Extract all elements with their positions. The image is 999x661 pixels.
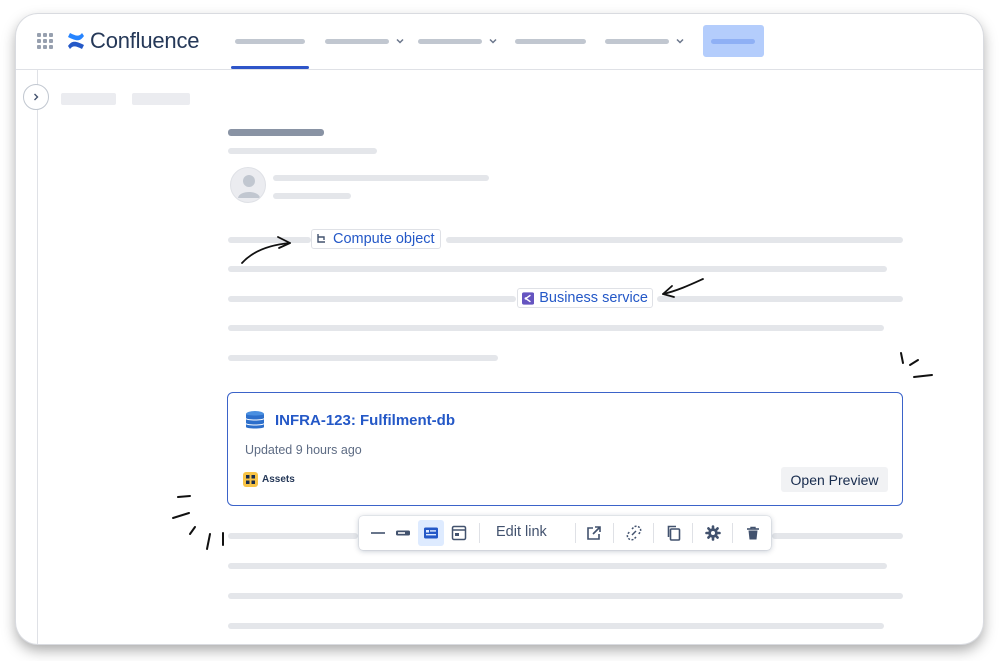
text-line xyxy=(228,563,887,569)
card-title-link[interactable]: INFRA-123: Fulfilment-db xyxy=(275,412,455,429)
text-line xyxy=(228,533,358,539)
text-line xyxy=(228,355,498,361)
nav-item-3[interactable] xyxy=(418,36,498,46)
inline-link-compute-object[interactable]: Compute object xyxy=(311,229,441,249)
toolbar-divider xyxy=(575,523,576,543)
confluence-logo-icon xyxy=(68,33,84,49)
unlink-button[interactable] xyxy=(621,520,647,546)
open-link-button[interactable] xyxy=(581,520,607,546)
sidebar-divider xyxy=(37,70,38,644)
nav-item-2[interactable] xyxy=(325,36,405,46)
sparkle-decoration-icon xyxy=(900,352,933,378)
toolbar-divider xyxy=(653,523,654,543)
settings-button[interactable] xyxy=(700,520,726,546)
url-view-button[interactable] xyxy=(390,520,416,546)
business-service-icon xyxy=(522,291,535,305)
chevron-right-icon xyxy=(34,93,39,101)
nav-label-placeholder xyxy=(325,38,389,44)
chevron-down-icon xyxy=(489,38,497,44)
nav-label-placeholder xyxy=(515,38,586,44)
inline-link-business-service[interactable]: Business service xyxy=(517,288,653,308)
create-label-placeholder xyxy=(711,39,755,44)
database-icon xyxy=(246,411,264,429)
edit-link-button[interactable]: Edit link xyxy=(496,524,547,540)
delete-icon xyxy=(747,526,759,540)
nav-item-1[interactable] xyxy=(235,36,305,46)
settings-icon xyxy=(705,525,721,541)
nav-item-4[interactable] xyxy=(515,36,586,46)
open-preview-button[interactable]: Open Preview xyxy=(781,467,888,492)
text-line xyxy=(228,266,887,272)
annotation-arrow-icon xyxy=(241,236,291,264)
card-view-button[interactable] xyxy=(418,520,444,546)
annotation-arrow-icon xyxy=(662,278,704,298)
text-line xyxy=(446,237,903,243)
card-source-label: Assets xyxy=(262,474,295,485)
open-link-icon xyxy=(587,526,601,540)
compute-object-icon xyxy=(317,234,325,243)
chevron-down-icon xyxy=(676,38,684,44)
nav-label-placeholder xyxy=(605,38,669,44)
card-updated-text: Updated 9 hours ago xyxy=(245,443,362,457)
link-toolbar: Edit link xyxy=(359,516,771,550)
delete-button[interactable] xyxy=(740,520,766,546)
inline-view-icon xyxy=(371,532,385,534)
text-line xyxy=(772,533,903,539)
nav-label-placeholder xyxy=(235,38,305,44)
url-view-icon xyxy=(396,530,410,536)
page-title-placeholder xyxy=(228,129,324,136)
breadcrumb-item[interactable] xyxy=(61,93,116,105)
embed-view-button[interactable] xyxy=(446,520,472,546)
inline-link-label: Compute object xyxy=(333,231,435,247)
inline-view-button[interactable] xyxy=(365,520,391,546)
active-nav-indicator xyxy=(231,66,309,69)
breadcrumb-item[interactable] xyxy=(132,93,190,105)
text-line xyxy=(228,296,516,302)
inline-link-label: Business service xyxy=(539,290,648,306)
smart-link-card[interactable]: INFRA-123: Fulfilment-db Updated 9 hours… xyxy=(227,392,903,506)
copy-icon xyxy=(667,525,681,541)
embed-view-icon xyxy=(451,525,467,541)
text-line xyxy=(228,325,884,331)
text-line xyxy=(228,623,884,629)
app-switcher-icon[interactable] xyxy=(37,33,53,49)
nav-item-5[interactable] xyxy=(605,36,685,46)
toolbar-divider xyxy=(479,523,480,543)
toolbar-divider xyxy=(732,523,733,543)
copy-link-button[interactable] xyxy=(661,520,687,546)
toolbar-divider xyxy=(692,523,693,543)
confluence-logo[interactable]: Confluence xyxy=(66,28,200,54)
top-navigation: Confluence xyxy=(16,14,983,70)
toolbar-divider xyxy=(613,523,614,543)
subtitle-placeholder xyxy=(228,148,377,154)
chevron-down-icon xyxy=(396,38,404,44)
assets-icon xyxy=(243,472,258,487)
sparkle-decoration-icon xyxy=(172,495,224,550)
author-placeholder xyxy=(273,175,489,181)
text-line xyxy=(228,593,903,599)
avatar xyxy=(230,167,266,203)
confluence-window: Confluence Compute object Business servi… xyxy=(16,14,983,644)
unlink-icon xyxy=(626,525,642,541)
user-icon xyxy=(238,175,260,198)
create-button[interactable] xyxy=(703,25,764,57)
card-view-icon xyxy=(424,527,438,539)
date-placeholder xyxy=(273,193,351,199)
nav-label-placeholder xyxy=(418,38,482,44)
app-name: Confluence xyxy=(90,28,200,53)
expand-sidebar-button[interactable] xyxy=(23,84,49,110)
